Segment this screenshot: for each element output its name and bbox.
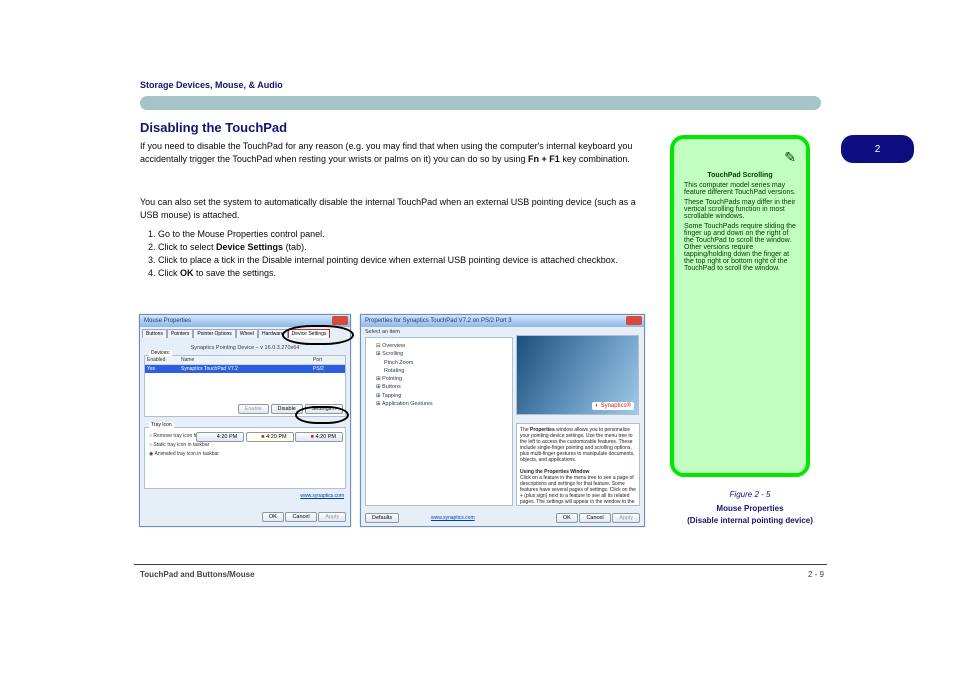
note-heading: TouchPad Scrolling [707,172,772,179]
touchpad-properties-window: Properties for Synaptics TouchPad V7.2 o… [360,314,645,527]
footer-right: 2 - 9 [808,570,824,579]
select-item-label: Select an item [365,329,400,335]
devices-label: Devices: [149,350,172,356]
titlebar-left: Mouse Properties [140,315,350,327]
apply-button-right[interactable]: Apply [612,513,640,523]
p1-key: Fn + F1 [528,154,560,164]
col-enabled: Enabled [145,356,179,364]
row-port: PS/2 [311,365,345,373]
tab-pointer-options[interactable]: Pointer Options [193,329,235,338]
row-enabled: Yes [145,365,179,373]
col-port: Port [311,356,345,364]
tab-pointers[interactable]: Pointers [167,329,193,338]
synaptics-image: ◐ Synaptics® [516,335,639,415]
step-2: Click to select Device Settings (tab). [158,241,650,254]
p1-tail: key combination. [562,154,630,164]
cancel-button-right[interactable]: Cancel [579,513,610,523]
time-2: ■ 4:20 PM [246,432,294,442]
ok-button-left[interactable]: OK [262,512,284,522]
time-1: 4:20 PM [196,432,244,442]
tree-tapping[interactable]: ⊞ Tapping [370,392,508,400]
footer-rule [134,564,827,565]
defaults-button[interactable]: Defaults [365,513,399,523]
description-panel: The Properties window allows you to pers… [516,423,640,506]
tabs-row: Buttons Pointers Pointer Options Wheel H… [140,327,350,338]
tab-buttons[interactable]: Buttons [142,329,167,338]
header-pill [140,96,821,110]
mouse-properties-window: Mouse Properties Buttons Pointers Pointe… [139,314,351,527]
time-3: ■ 4:20 PM [295,432,343,442]
figure-label: Figure 2 - 5 [690,490,810,499]
close-icon[interactable] [332,316,348,325]
note-p1: This computer model series may feature d… [684,182,796,196]
col-name: Name [179,356,311,364]
header-breadcrumb: Storage Devices, Mouse, & Audio [140,80,283,90]
tree-gestures[interactable]: ⊞ Application Gestures [370,400,508,408]
tray-label: Tray Icon [149,422,174,428]
step-1: Go to the Mouse Properties control panel… [158,228,650,241]
figure-cap1: Mouse Properties [690,504,810,513]
settings-button[interactable]: Settings... [305,404,343,414]
side-tab-number: 2 [875,144,881,155]
cancel-button-left[interactable]: Cancel [285,512,316,522]
device-version: Synaptics Pointing Device – v 16.0.3.270… [146,345,344,351]
pen-icon: ✎ [684,149,796,166]
close-icon[interactable] [626,316,642,325]
step-4: Click OK to save the settings. [158,267,650,280]
ok-button-right[interactable]: OK [556,513,578,523]
tab-wheel[interactable]: Wheel [236,329,258,338]
tab-device-settings[interactable]: Device Settings [288,329,331,338]
note-box: ✎ TouchPad Scrolling This computer model… [670,135,810,477]
side-tab: 2 [841,135,914,163]
synaptics-link-right[interactable]: www.synaptics.com [431,515,475,521]
tree-scrolling[interactable]: ⊞ Scrolling [370,350,508,358]
row-name: Synaptics TouchPad V7.2 [179,365,311,373]
tree-rotating[interactable]: Rotating [370,367,508,375]
tree-overview[interactable]: ⊟ Overview [370,342,508,350]
tree-buttons[interactable]: ⊞ Buttons [370,383,508,391]
tab-hardware[interactable]: Hardware [258,329,288,338]
paragraph-2: You can also set the system to automatic… [140,196,650,222]
paragraph-1: If you need to disable the TouchPad for … [140,140,650,166]
note-p2: These TouchPads may differ in their vert… [684,199,796,220]
figure-cap2: (Disable internal pointing device) [670,516,830,525]
apply-button-left[interactable]: Apply [318,512,346,522]
synaptics-logo: ◐ Synaptics® [592,402,634,410]
device-row[interactable]: Yes Synaptics TouchPad V7.2 PS/2 [145,365,345,373]
steps-list: Go to the Mouse Properties control panel… [140,226,650,282]
title-left: Mouse Properties [144,318,191,324]
step-3: Click to place a tick in the Disable int… [158,254,650,267]
tree-panel: ⊟ Overview ⊞ Scrolling Pinch Zoom Rotati… [365,337,513,506]
note-p3: Some TouchPads require sliding the finge… [684,223,796,272]
titlebar-right: Properties for Synaptics TouchPad V7.2 o… [361,315,644,327]
title-right: Properties for Synaptics TouchPad V7.2 o… [365,318,512,324]
synaptics-link-left[interactable]: www.synaptics.com [300,493,344,499]
footer-left: TouchPad and Buttons/Mouse [140,570,255,579]
tree-pinch[interactable]: Pinch Zoom [370,359,508,367]
disable-button[interactable]: Disable [271,404,303,414]
tree-pointing[interactable]: ⊞ Pointing [370,375,508,383]
section-heading: Disabling the TouchPad [140,120,287,135]
enable-button[interactable]: Enable [238,404,269,414]
tray-opt3[interactable]: ◉ Animated tray icon in taskbar [149,450,341,459]
